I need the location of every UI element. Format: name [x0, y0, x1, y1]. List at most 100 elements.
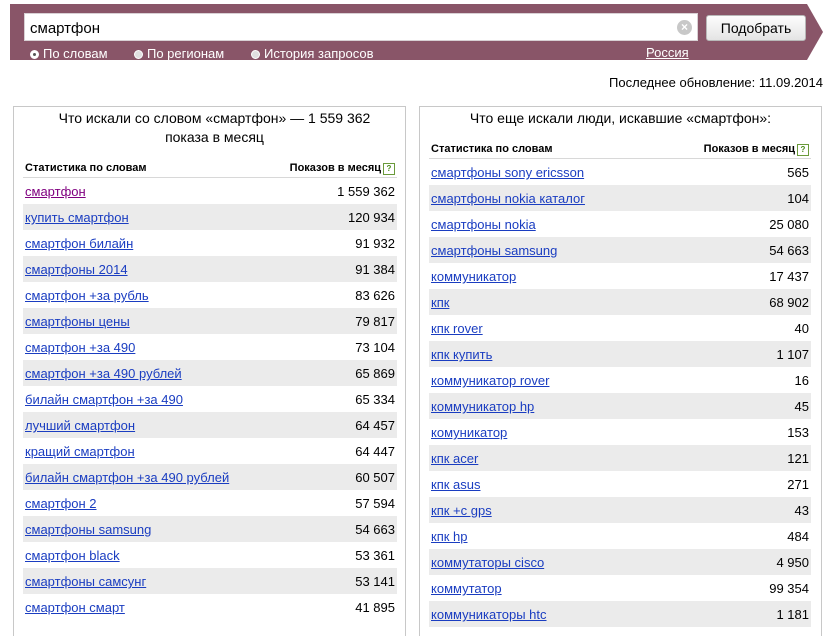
left-table: Статистика по словам Показов в месяц? см…	[23, 159, 397, 620]
col-count-label: Показов в месяц	[703, 143, 795, 155]
table-row: кращий смартфон 64 447	[23, 438, 397, 464]
left-rows: смартфон 1 559 362 купить смартфон 120 934 с…	[23, 178, 397, 620]
keyword-link[interactable]: смартфоны sony ericsson	[431, 165, 584, 180]
impressions-count: 104	[787, 191, 809, 206]
left-panel: Что искали со словом «смартфон» — 1 559 …	[13, 106, 406, 636]
impressions-count: 40	[794, 321, 809, 336]
keyword-link[interactable]: смартфон +за 490	[25, 340, 135, 355]
keyword-link[interactable]: кпк hp	[431, 529, 468, 544]
keyword-link[interactable]: коммуникатор hp	[431, 399, 534, 414]
table-row: смартфон black 53 361	[23, 542, 397, 568]
impressions-count: 91 384	[355, 262, 395, 277]
keyword-link[interactable]: смартфоны цены	[25, 314, 130, 329]
right-panel: Что еще искали люди, искавшие «смартфон»…	[419, 106, 822, 636]
impressions-count: 1 559 362	[337, 184, 395, 199]
impressions-count: 43	[794, 503, 809, 518]
keyword-link[interactable]: смартфон +за 490 рублей	[25, 366, 182, 381]
impressions-count: 65 334	[355, 392, 395, 407]
radio-icon[interactable]	[134, 50, 143, 59]
keyword-link[interactable]: коммутатор	[431, 581, 502, 596]
submit-button[interactable]: Подобрать	[706, 15, 806, 41]
keyword-link[interactable]: кращий смартфон	[25, 444, 135, 459]
table-row: смартфон билайн 91 932	[23, 230, 397, 256]
impressions-count: 53 141	[355, 574, 395, 589]
keyword-link[interactable]: смартфоны самсунг	[25, 574, 146, 589]
impressions-count: 271	[787, 477, 809, 492]
keyword-link[interactable]: смартфоны samsung	[25, 522, 151, 537]
keyword-link[interactable]: смартфоны 2014	[25, 262, 128, 277]
table-row: смартфон смарт 41 895	[23, 594, 397, 620]
col-count-header: Показов в месяц?	[290, 162, 395, 175]
keyword-link[interactable]: коммутаторы cisco	[431, 555, 544, 570]
table-header: Статистика по словам Показов в месяц?	[429, 140, 811, 159]
table-row: кпк rover 40	[429, 315, 811, 341]
impressions-count: 16	[794, 373, 809, 388]
keyword-link[interactable]: лучший смартфон	[25, 418, 135, 433]
impressions-count: 25 080	[769, 217, 809, 232]
keyword-link[interactable]: смартфон билайн	[25, 236, 133, 251]
table-row: лучший смартфон 64 457	[23, 412, 397, 438]
impressions-count: 120 934	[348, 210, 395, 225]
keyword-link[interactable]: смартфон 2	[25, 496, 97, 511]
table-row: смартфоны samsung 54 663	[429, 237, 811, 263]
radio-checked-icon[interactable]	[30, 50, 39, 59]
keyword-link[interactable]: смартфон +за рубль	[25, 288, 149, 303]
help-icon[interactable]: ?	[797, 144, 809, 156]
impressions-count: 41 895	[355, 600, 395, 615]
table-row: коммуникаторы htc 1 181	[429, 601, 811, 627]
right-panel-title: Что еще искали люди, искавшие «смартфон»…	[469, 110, 772, 126]
table-row: смартфоны самсунг 53 141	[23, 568, 397, 594]
search-input[interactable]	[30, 18, 670, 38]
region-link[interactable]: Россия	[646, 45, 689, 60]
keyword-link[interactable]: коммуникатор rover	[431, 373, 549, 388]
table-header: Статистика по словам Показов в месяц?	[23, 159, 397, 178]
impressions-count: 153	[787, 425, 809, 440]
table-row: кпк hp 484	[429, 523, 811, 549]
impressions-count: 64 447	[355, 444, 395, 459]
radio-icon[interactable]	[251, 50, 260, 59]
impressions-count: 53 361	[355, 548, 395, 563]
right-rows: смартфоны sony ericsson 565 смартфоны noki…	[429, 159, 811, 627]
mode-history[interactable]: История запросов	[251, 46, 374, 61]
clear-icon[interactable]: ×	[677, 20, 692, 35]
help-icon[interactable]: ?	[383, 163, 395, 175]
keyword-link[interactable]: кпк rover	[431, 321, 483, 336]
keyword-link[interactable]: билайн смартфон +за 490	[25, 392, 183, 407]
last-update: Последнее обновление: 11.09.2014	[609, 75, 823, 90]
mode-label: По словам	[43, 46, 108, 61]
keyword-link[interactable]: смартфон	[25, 184, 86, 199]
table-row: коммутаторы cisco 4 950	[429, 549, 811, 575]
impressions-count: 484	[787, 529, 809, 544]
table-row: купить смартфон 120 934	[23, 204, 397, 230]
keyword-link[interactable]: кпк купить	[431, 347, 492, 362]
col-keyword-header: Статистика по словам	[431, 143, 553, 155]
keyword-link[interactable]: комуникатор	[431, 425, 507, 440]
keyword-link[interactable]: коммуникатор	[431, 269, 516, 284]
impressions-count: 1 181	[776, 607, 809, 622]
keyword-link[interactable]: коммуникаторы htc	[431, 607, 547, 622]
keyword-link[interactable]: смартфон смарт	[25, 600, 125, 615]
table-row: кпк acer 121	[429, 445, 811, 471]
keyword-link[interactable]: кпк acer	[431, 451, 478, 466]
table-row: кпк купить 1 107	[429, 341, 811, 367]
impressions-count: 121	[787, 451, 809, 466]
header-arrow	[807, 4, 823, 60]
table-row: смартфоны цены 79 817	[23, 308, 397, 334]
search-header-bar: × Подобрать По словам По регионам Истори…	[10, 4, 807, 61]
table-row: билайн смартфон +за 490 рублей 60 507	[23, 464, 397, 490]
search-box[interactable]: ×	[24, 13, 698, 41]
keyword-link[interactable]: смартфоны nokia	[431, 217, 536, 232]
keyword-link[interactable]: кпк	[431, 295, 449, 310]
keyword-link[interactable]: смартфоны nokia каталог	[431, 191, 585, 206]
table-row: кпк 68 902	[429, 289, 811, 315]
keyword-link[interactable]: смартфон black	[25, 548, 120, 563]
left-panel-title: Что искали со словом «смартфон» — 1 559 …	[58, 110, 371, 145]
keyword-link[interactable]: купить смартфон	[25, 210, 129, 225]
keyword-link[interactable]: кпк asus	[431, 477, 481, 492]
mode-by-regions[interactable]: По регионам	[134, 46, 224, 61]
mode-by-words[interactable]: По словам	[30, 46, 108, 61]
table-row: коммуникатор hp 45	[429, 393, 811, 419]
keyword-link[interactable]: кпк +с gps	[431, 503, 492, 518]
keyword-link[interactable]: билайн смартфон +за 490 рублей	[25, 470, 229, 485]
keyword-link[interactable]: смартфоны samsung	[431, 243, 557, 258]
